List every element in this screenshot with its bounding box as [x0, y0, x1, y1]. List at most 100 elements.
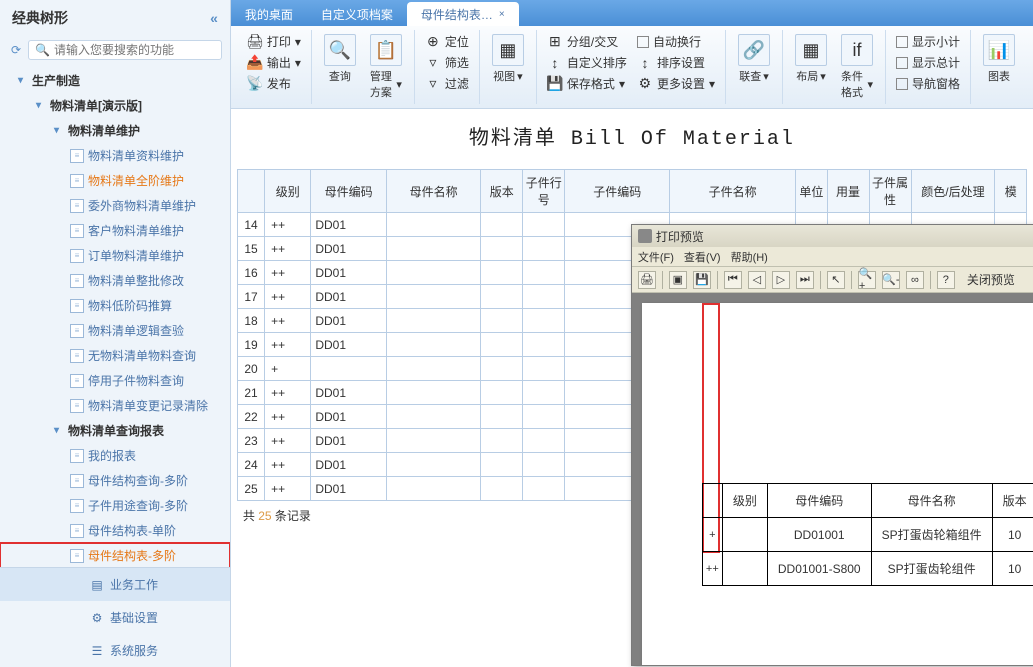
preview-body[interactable]: 物料清单 级别 母件编码 母件名称 版本 子件行号 子件编码 +DD01001S… [632, 293, 1033, 665]
menu-file[interactable]: 文件(F) [638, 249, 674, 265]
search-input-wrap[interactable]: 🔍 [28, 40, 222, 60]
zoom-fit-icon[interactable]: ∞ [906, 271, 924, 289]
condfmt-button[interactable]: if条件格式 ▾ [837, 32, 877, 102]
link-icon: 🔗 [738, 34, 770, 66]
search-icon: 🔍 [35, 43, 50, 57]
print-button[interactable]: 🖨打印 ▾ [245, 32, 303, 51]
col-mcode[interactable]: 母件编码 [311, 170, 387, 213]
pointer-icon[interactable]: ↖ [827, 271, 845, 289]
col-ccode[interactable]: 子件编码 [565, 170, 670, 213]
tree-item[interactable]: ≡子件用途查询-多阶 [0, 493, 230, 518]
tree-item[interactable]: ≡物料清单变更记录清除 [0, 393, 230, 418]
doc-icon: ≡ [70, 224, 84, 238]
total-check[interactable]: 显示总计 [894, 53, 962, 72]
query-button[interactable]: 🔍查询 [320, 32, 360, 86]
col-qty[interactable]: 用量 [827, 170, 869, 213]
tree-item[interactable]: ≡母件结构表-单阶 [0, 518, 230, 543]
prev-page-icon[interactable]: ◁ [748, 271, 766, 289]
tree-group-bom[interactable]: ▾物料清单[演示版] [0, 93, 230, 118]
filter-button[interactable]: ▿筛选 [423, 53, 471, 72]
bottom-nav-business[interactable]: ▤业务工作 [0, 568, 230, 601]
target-icon: ⊕ [425, 34, 441, 50]
zoom-in-icon[interactable]: 🔍+ [858, 271, 876, 289]
output-button[interactable]: 📤输出 ▾ [245, 53, 303, 72]
col-line[interactable]: 子件行号 [523, 170, 565, 213]
first-page-icon[interactable]: ⏮ [724, 271, 742, 289]
tree-item[interactable]: ≡物料清单整批修改 [0, 268, 230, 293]
plan-button[interactable]: 📋管理方案 ▾ [366, 32, 406, 102]
close-icon[interactable]: × [499, 9, 505, 20]
menu-help[interactable]: 帮助(H) [731, 249, 768, 265]
col-attr[interactable]: 子件属性 [869, 170, 911, 213]
close-preview-button[interactable]: 关闭预览 [967, 271, 1015, 288]
tab-desktop[interactable]: 我的桌面 [231, 2, 307, 26]
collapse-icon[interactable]: « [210, 10, 218, 26]
zoom-out-icon[interactable]: 🔍- [882, 271, 900, 289]
savefmt-button[interactable]: 💾保存格式 ▾ [545, 74, 629, 93]
save-icon[interactable]: 💾 [693, 271, 711, 289]
publish-button[interactable]: 📡发布 [245, 74, 303, 93]
bottom-nav-system[interactable]: ☰系统服务 [0, 634, 230, 667]
tree-item[interactable]: ≡物料低阶码推算 [0, 293, 230, 318]
gear-icon: ⚙ [637, 76, 653, 92]
checkbox-icon [637, 36, 649, 48]
tree-item[interactable]: ≡订单物料清单维护 [0, 243, 230, 268]
doc-icon: ≡ [70, 199, 84, 213]
doc-icon: ≡ [70, 324, 84, 338]
tree-item[interactable]: ≡停用子件物料查询 [0, 368, 230, 393]
search-input[interactable] [54, 43, 215, 57]
layout-button[interactable]: ▦布局 ▾ [791, 32, 831, 86]
tree-item[interactable]: ≡母件结构查询-多阶 [0, 468, 230, 493]
tree-item[interactable]: ≡我的报表 [0, 443, 230, 468]
tree-group-maintain[interactable]: ▾物料清单维护 [0, 118, 230, 143]
col-cname[interactable]: 子件名称 [670, 170, 796, 213]
tree-item[interactable]: ≡物料清单资料维护 [0, 143, 230, 168]
tree-item[interactable]: ≡委外商物料清单维护 [0, 193, 230, 218]
sortset-button[interactable]: ↕排序设置 [635, 53, 717, 72]
copy-icon[interactable]: ▣ [669, 271, 687, 289]
col-mold[interactable]: 模 [995, 170, 1027, 213]
chart-button[interactable]: 📊图表 [979, 32, 1019, 86]
link-button[interactable]: 🔗联查 ▾ [734, 32, 774, 86]
col-mname[interactable]: 母件名称 [386, 170, 480, 213]
doc-icon: ≡ [70, 299, 84, 313]
print-preview-window[interactable]: 打印预览 文件(F) 查看(V) 帮助(H) 🖨 ▣ 💾 ⏮ ◁ ▷ ⏭ ↖ [631, 224, 1033, 666]
group-button[interactable]: ⊞分组/交叉 [545, 32, 629, 51]
reload-icon[interactable]: ⟳ [8, 42, 24, 58]
funnel-icon: ▿ [425, 76, 441, 92]
chart-icon: 📊 [983, 34, 1015, 66]
help-icon[interactable]: ? [937, 271, 955, 289]
subtotal-check[interactable]: 显示小计 [894, 32, 962, 51]
print-icon[interactable]: 🖨 [638, 271, 656, 289]
tab-custom[interactable]: 自定义项档案 [307, 2, 407, 26]
col-color[interactable]: 颜色/后处理 [911, 170, 995, 213]
next-page-icon[interactable]: ▷ [772, 271, 790, 289]
filter2-button[interactable]: ▿过滤 [423, 74, 471, 93]
autowrap-check[interactable]: 自动换行 [635, 32, 717, 51]
funnel-icon: ▿ [425, 55, 441, 71]
tree-item[interactable]: ≡客户物料清单维护 [0, 218, 230, 243]
tree-item-active[interactable]: ≡母件结构表-多阶 [0, 543, 230, 567]
view-button[interactable]: ▦视图 ▾ [488, 32, 528, 86]
tree-root[interactable]: ▾生产制造 [0, 68, 230, 93]
locate-button[interactable]: ⊕定位 [423, 32, 471, 51]
tree-item[interactable]: ≡物料清单逻辑查验 [0, 318, 230, 343]
col-unit[interactable]: 单位 [796, 170, 827, 213]
checkbox-icon [896, 36, 908, 48]
tab-structure[interactable]: 母件结构表…× [407, 2, 519, 26]
col-ver[interactable]: 版本 [481, 170, 523, 213]
navpane-check[interactable]: 导航窗格 [894, 74, 962, 93]
tree-item[interactable]: ≡无物料清单物料查询 [0, 343, 230, 368]
tree-item[interactable]: ≡物料清单全阶维护 [0, 168, 230, 193]
col-rownum[interactable] [237, 170, 264, 213]
moreset-button[interactable]: ⚙更多设置 ▾ [635, 74, 717, 93]
sort-icon: ↕ [637, 55, 653, 71]
ph-mcode: 母件编码 [767, 484, 871, 518]
col-level[interactable]: 级别 [265, 170, 311, 213]
custsort-button[interactable]: ↕自定义排序 [545, 53, 629, 72]
bottom-nav-base[interactable]: ⚙基础设置 [0, 601, 230, 634]
last-page-icon[interactable]: ⏭ [796, 271, 814, 289]
tree-group-report[interactable]: ▾物料清单查询报表 [0, 418, 230, 443]
menu-view[interactable]: 查看(V) [684, 249, 721, 265]
preview-titlebar[interactable]: 打印预览 [632, 225, 1033, 247]
